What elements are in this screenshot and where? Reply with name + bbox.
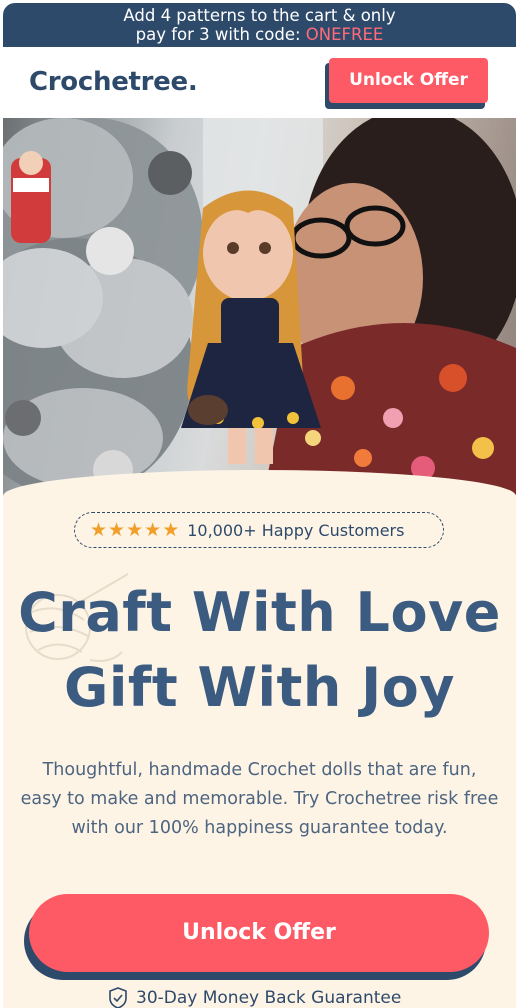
shield-check-icon <box>109 987 127 1008</box>
header-unlock-offer-button[interactable]: Unlock Offer <box>329 58 488 103</box>
star-icon: ★ <box>162 518 180 541</box>
star-rating: ★ ★ ★ ★ ★ <box>90 518 180 541</box>
unlock-offer-button[interactable]: Unlock Offer <box>29 894 489 972</box>
star-icon: ★ <box>126 518 144 541</box>
hero-description: Thoughtful, handmade Crochet dolls that … <box>20 760 499 838</box>
logo[interactable]: Crochetree. <box>29 67 198 97</box>
rating-text: 10,000+ Happy Customers <box>187 520 405 540</box>
headline-line-1: Craft With Love <box>18 581 501 644</box>
guarantee-text: 30-Day Money Back Guarantee <box>136 988 402 1008</box>
star-icon: ★ <box>108 518 126 541</box>
headline-line-2: Gift With Joy <box>64 656 455 719</box>
star-icon: ★ <box>144 518 162 541</box>
hero-headline: Craft With Love Gift With Joy <box>3 575 516 725</box>
announcement-bar: Add 4 patterns to the cart & only pay fo… <box>3 3 516 47</box>
rating-badge: ★ ★ ★ ★ ★ 10,000+ Happy Customers <box>74 512 444 548</box>
site-header: Crochetree. Unlock Offer <box>3 47 516 118</box>
money-back-guarantee: 30-Day Money Back Guarantee <box>108 986 401 1008</box>
announcement-line-2: pay for 3 with code: ONEFREE <box>3 25 516 44</box>
announcement-line-1: Add 4 patterns to the cart & only <box>123 6 396 25</box>
hero-illustration <box>3 118 516 498</box>
promo-code: ONEFREE <box>305 25 384 44</box>
announcement-prefix: pay for 3 with code: <box>135 25 306 44</box>
star-icon: ★ <box>90 518 108 541</box>
hero-image <box>3 118 516 498</box>
